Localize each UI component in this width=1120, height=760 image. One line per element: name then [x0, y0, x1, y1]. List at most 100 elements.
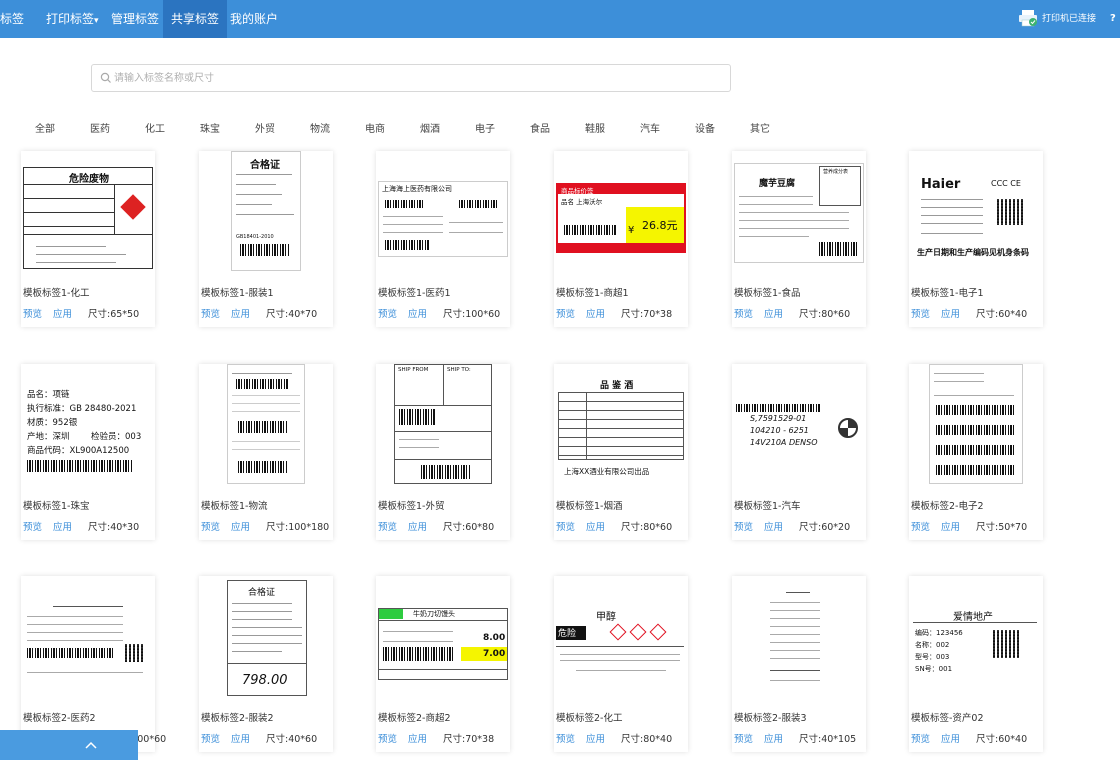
category-foreign-trade[interactable]: 外贸 — [255, 120, 275, 135]
nav-item-shared-labels[interactable]: 共享标签 — [163, 0, 228, 38]
preview-link[interactable]: 预览 — [556, 306, 575, 320]
preview-link[interactable]: 预览 — [378, 306, 397, 320]
preview-link[interactable]: 预览 — [23, 306, 42, 320]
category-medicine[interactable]: 医药 — [90, 120, 110, 135]
preview-link[interactable]: 预览 — [911, 519, 930, 533]
nav-item-my-account[interactable]: 我的账户 — [223, 0, 285, 38]
template-card[interactable]: S,7591529-01 104210 - 6251 14V210A DENSO… — [732, 364, 866, 540]
size-label: 尺寸:60*40 — [976, 309, 1028, 320]
thumb-title: Haier — [921, 177, 961, 192]
template-card[interactable]: 上海海上医药有限公司 模板标签1-医药1 预览 应用 尺寸:100*60 — [376, 151, 510, 327]
preview-link[interactable]: 预览 — [556, 731, 575, 745]
thumb-text: CCC CE — [991, 179, 1021, 188]
template-card[interactable]: 甲醇 危险 模板标签2-化工 预览 应用 尺寸:80*40 — [554, 576, 688, 752]
apply-link[interactable]: 应用 — [586, 731, 605, 745]
category-jewelry[interactable]: 珠宝 — [200, 120, 220, 135]
label-thumbnail: 合格证 GB18401-2010 — [199, 151, 333, 271]
apply-link[interactable]: 应用 — [764, 731, 783, 745]
template-card[interactable]: 魔芋豆腐 营养成分表 模板标签1-食品 预览 应用 尺寸:80*60 — [732, 151, 866, 327]
category-tobacco-liquor[interactable]: 烟酒 — [420, 120, 440, 135]
apply-link[interactable]: 应用 — [408, 306, 427, 320]
nav-item-sign-labels[interactable]: 签标签 — [0, 0, 28, 38]
label-thumbnail: 甲醇 危险 — [554, 576, 688, 696]
category-automotive[interactable]: 汽车 — [640, 120, 660, 135]
label-thumbnail: 品 鉴 酒 上海XX酒业有限公司出品 — [554, 364, 688, 484]
thumb-text: 危险 — [558, 629, 577, 639]
category-logistics[interactable]: 物流 — [310, 120, 330, 135]
category-other[interactable]: 其它 — [750, 120, 770, 135]
template-card[interactable]: SHIP FROM SHIP TO: 模板标签1-外贸 预览 应用 尺寸:60*… — [376, 364, 510, 540]
template-card[interactable]: 合格证 GB18401-2010 模板标签1-服装1 预览 应用 尺寸:40*7… — [199, 151, 333, 327]
template-card[interactable]: 爱情地产 编码：123456 名称：002 型号：003 SN号：001 模板标… — [909, 576, 1043, 752]
apply-link[interactable]: 应用 — [941, 306, 960, 320]
preview-link[interactable]: 预览 — [378, 731, 397, 745]
apply-link[interactable]: 应用 — [586, 306, 605, 320]
template-card[interactable]: 模板标签2-电子2 预览 应用 尺寸:50*70 — [909, 364, 1043, 540]
template-card[interactable]: 品名：项链 执行标准：GB 28480-2021 材质：952银 产地：深圳 检… — [21, 364, 155, 540]
apply-link[interactable]: 应用 — [408, 731, 427, 745]
apply-link[interactable]: 应用 — [586, 519, 605, 533]
preview-link[interactable]: 预览 — [201, 519, 220, 533]
preview-link[interactable]: 预览 — [734, 519, 753, 533]
nav-item-print-labels[interactable]: 打印标签▾ — [38, 0, 107, 38]
chevron-up-icon — [85, 741, 97, 749]
preview-link[interactable]: 预览 — [911, 306, 930, 320]
apply-link[interactable]: 应用 — [408, 519, 427, 533]
template-card[interactable]: 牛奶刀切馒头 8.00 7.00 模板标签2-商超2 预览 应用 尺寸:70*3… — [376, 576, 510, 752]
help-icon[interactable]: ? — [1110, 0, 1116, 38]
preview-link[interactable]: 预览 — [201, 731, 220, 745]
hazard-diamond-icon — [120, 194, 146, 220]
category-food[interactable]: 食品 — [530, 120, 550, 135]
top-nav-bar: 签标签 打印标签▾ 管理标签 共享标签 我的账户 打印机已连接 ? — [0, 0, 1120, 38]
template-card[interactable]: Haier CCC CE 生产日期和生产编码见机身条码 模板标签1-电子1 预览… — [909, 151, 1043, 327]
category-shoes-clothing[interactable]: 鞋服 — [585, 120, 605, 135]
nav-item-manage-labels[interactable]: 管理标签 — [104, 0, 166, 38]
thumb-title: 合格证 — [248, 588, 276, 598]
template-card[interactable]: 危险废物 模板标签1-化工 预览 应用 尺寸:65*50 — [21, 151, 155, 327]
preview-link[interactable]: 预览 — [556, 519, 575, 533]
category-chemical[interactable]: 化工 — [145, 120, 165, 135]
barcode-icon — [383, 647, 453, 661]
apply-link[interactable]: 应用 — [941, 519, 960, 533]
apply-link[interactable]: 应用 — [764, 519, 783, 533]
template-card[interactable]: 合格证 798.00 模板标签2-服装2 预览 应用 尺寸:40*60 — [199, 576, 333, 752]
apply-link[interactable]: 应用 — [231, 306, 250, 320]
category-equipment[interactable]: 设备 — [695, 120, 715, 135]
apply-link[interactable]: 应用 — [941, 731, 960, 745]
search-input[interactable] — [114, 65, 714, 91]
preview-link[interactable]: 预览 — [23, 519, 42, 533]
printer-status[interactable]: 打印机已连接 — [1042, 0, 1096, 38]
preview-link[interactable]: 预览 — [734, 731, 753, 745]
card-title: 模板标签2-化工 — [556, 713, 623, 724]
barcode-icon — [385, 200, 425, 208]
thumb-text: SHIP FROM — [398, 367, 429, 373]
preview-link[interactable]: 预览 — [911, 731, 930, 745]
card-title: 模板标签1-化工 — [23, 288, 90, 299]
category-all[interactable]: 全部 — [35, 120, 55, 135]
label-thumbnail: 魔芋豆腐 营养成分表 — [732, 151, 866, 271]
card-title: 模板标签1-商超1 — [556, 288, 629, 299]
apply-link[interactable]: 应用 — [231, 519, 250, 533]
thumb-title: 品 鉴 酒 — [600, 381, 634, 391]
printer-icon[interactable] — [1018, 9, 1038, 27]
template-card[interactable]: 模板标签2-服装3 预览 应用 尺寸:40*105 — [732, 576, 866, 752]
template-card[interactable]: 模板标签1-物流 预览 应用 尺寸:100*180 — [199, 364, 333, 540]
card-title: 模板标签1-服装1 — [201, 288, 274, 299]
scroll-to-top-button[interactable] — [0, 730, 138, 760]
thumb-title: 合格证 — [250, 160, 280, 171]
barcode-icon — [459, 200, 499, 208]
template-card[interactable]: 模板标签2-医药2 尺寸:100*60 — [21, 576, 166, 752]
category-ecommerce[interactable]: 电商 — [365, 120, 385, 135]
category-electronics[interactable]: 电子 — [475, 120, 495, 135]
template-card[interactable]: 品 鉴 酒 上海XX酒业有限公司出品 模板标签1-烟酒 预览 应用 尺寸:80*… — [554, 364, 688, 540]
size-label: 尺寸:100*60 — [443, 309, 501, 320]
apply-link[interactable]: 应用 — [53, 306, 72, 320]
preview-link[interactable]: 预览 — [734, 306, 753, 320]
apply-link[interactable]: 应用 — [53, 519, 72, 533]
preview-link[interactable]: 预览 — [378, 519, 397, 533]
apply-link[interactable]: 应用 — [764, 306, 783, 320]
preview-link[interactable]: 预览 — [201, 306, 220, 320]
card-title: 模板标签2-商超2 — [378, 713, 451, 724]
template-card[interactable]: 商品标价签 品名 上海沃尔 ¥ 26.8元 模板标签1-商超1 预览 应用 尺寸… — [554, 151, 688, 327]
apply-link[interactable]: 应用 — [231, 731, 250, 745]
